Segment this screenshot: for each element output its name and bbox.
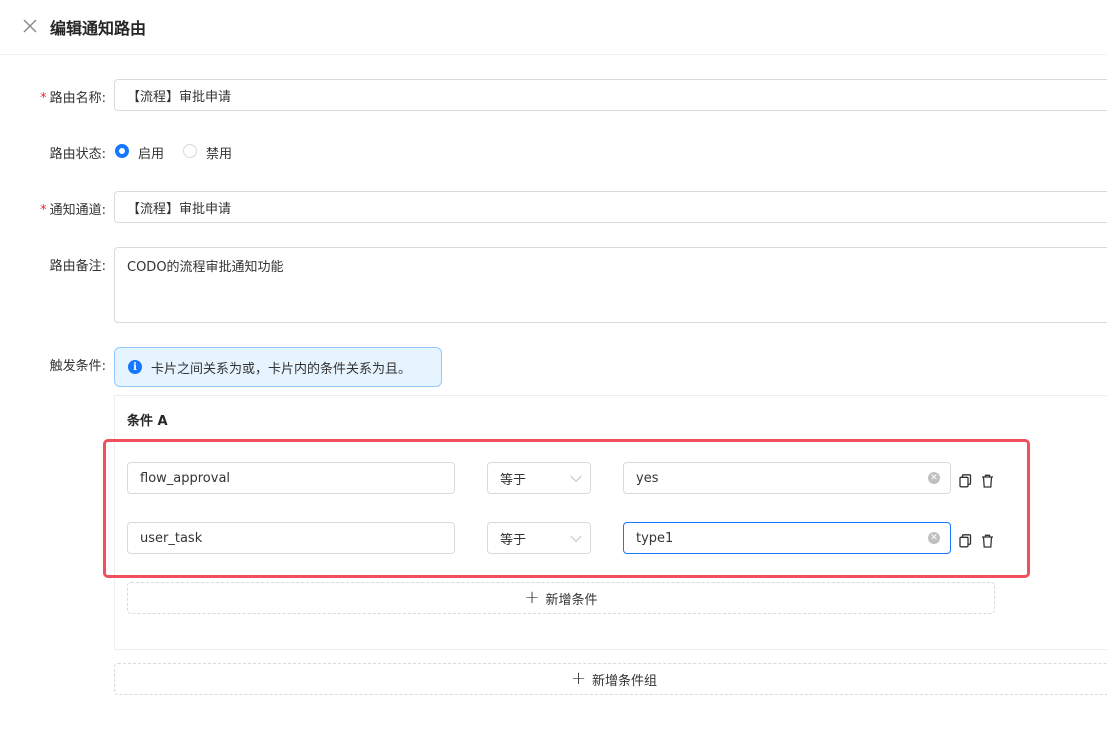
status-enabled-label[interactable]: 启用 [138, 143, 164, 162]
add-condition-group-button[interactable]: + 新增条件组 [114, 663, 1107, 695]
add-condition-button[interactable]: + 新增条件 [127, 582, 995, 614]
drawer-header [0, 0, 1107, 55]
status-disabled-label[interactable]: 禁用 [206, 143, 232, 162]
info-icon: i [128, 360, 142, 374]
highlight-box [103, 439, 1030, 578]
status-enabled-radio[interactable] [115, 144, 129, 158]
channel-select[interactable]: 【流程】审批申请 [114, 191, 1107, 223]
channel-label: * 通知通道: [40, 203, 106, 218]
trigger-label: 触发条件: [49, 359, 106, 374]
plus-icon: + [570, 668, 587, 689]
route-name-input[interactable]: 【流程】审批申请 [114, 79, 1107, 111]
plus-icon: + [524, 587, 540, 608]
info-text: 卡片之间关系为或，卡片内的条件关系为且。 [151, 361, 412, 377]
remark-label: 路由备注: [49, 259, 106, 274]
condition-group-title: 条件 A [127, 414, 168, 429]
route-name-label: * 路由名称: [40, 91, 106, 106]
route-status-label: 路由状态: [49, 147, 106, 162]
remark-textarea[interactable]: CODO的流程审批通知功能 [114, 247, 1107, 323]
drawer-title: 编辑通知路由 [50, 19, 147, 38]
close-icon[interactable] [20, 16, 40, 36]
info-alert: i 卡片之间关系为或，卡片内的条件关系为且。 [114, 347, 442, 387]
status-disabled-radio[interactable] [183, 144, 197, 158]
